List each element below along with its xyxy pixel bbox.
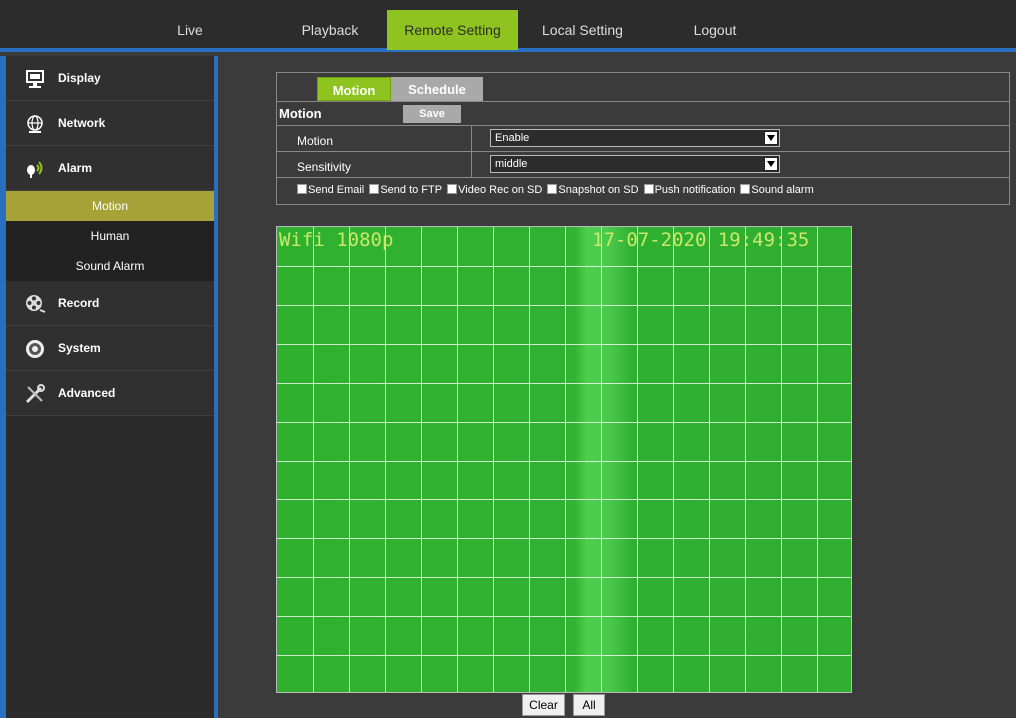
osd-timestamp: 17-07-2020 19:49:35 [592,229,810,251]
snapshot-checkbox[interactable] [547,184,558,194]
sidebar-item-network[interactable]: Network [6,101,214,146]
motion-select[interactable]: Enable [490,129,780,147]
motion-detection-area[interactable]: Wifi 1080p 17-07-2020 19:49:35 [276,226,852,693]
snapshot-label: Snapshot on SD [558,184,639,196]
nav-remote-setting[interactable]: Remote Setting [387,10,518,50]
send-to-ftp-checkbox[interactable] [369,184,380,194]
tab-schedule[interactable]: Schedule [391,77,483,101]
nav-live[interactable]: Live [150,10,230,50]
sound-alarm-checkbox[interactable] [740,184,751,194]
sidebar-item-system[interactable]: System [6,326,214,371]
tab-motion[interactable]: Motion [317,77,391,101]
section-title: Motion [279,106,322,121]
sidebar-item-alarm[interactable]: Alarm [6,146,214,191]
tools-icon [25,384,45,404]
motion-label: Motion [297,134,334,148]
tab-bar: Motion Schedule [277,73,1009,102]
clear-button[interactable]: Clear [522,694,565,716]
column-divider [471,126,472,151]
system-gear-icon [26,340,44,358]
chevron-down-icon[interactable] [764,131,778,145]
nav-playback[interactable]: Playback [280,10,380,50]
video-rec-label: Video Rec on SD [458,184,543,196]
sidebar-item-label: Alarm [58,161,93,175]
sidebar: Display Network Alarm Motion Human Sound… [0,56,218,718]
film-reel-icon [26,295,46,313]
sidebar-item-label: Advanced [58,386,116,400]
all-button[interactable]: All [573,694,605,716]
osd-camera-label: Wifi 1080p [279,229,394,251]
motion-select-value: Enable [495,132,530,144]
motion-grid[interactable] [277,227,852,693]
section-header: Motion Save [277,102,1009,126]
nav-logout[interactable]: Logout [680,10,750,50]
push-notification-checkbox[interactable] [643,184,654,194]
video-rec-checkbox[interactable] [447,184,458,194]
globe-icon [27,115,43,133]
sidebar-item-display[interactable]: Display [6,56,214,101]
monitor-icon [26,70,44,88]
sidebar-item-label: System [58,341,101,355]
sidebar-subitem-motion[interactable]: Motion [6,191,214,221]
motion-settings-panel: Motion Schedule Motion Save Motion Enabl… [276,72,1010,205]
sensitivity-select-value: middle [495,158,528,170]
send-to-ftp-label: Send to FTP [380,184,443,196]
top-nav: Live Playback Remote Setting Local Setti… [0,0,1016,52]
sensitivity-label: Sensitivity [297,160,352,174]
sidebar-subitem-human[interactable]: Human [6,221,214,251]
sidebar-subitem-sound-alarm[interactable]: Sound Alarm [6,251,214,281]
nav-local-setting[interactable]: Local Setting [530,10,635,50]
sensitivity-row: Sensitivity middle [277,152,1009,178]
sidebar-item-label: Display [58,71,101,85]
sidebar-item-label: Network [58,116,106,130]
send-email-checkbox[interactable] [297,184,307,194]
sidebar-item-advanced[interactable]: Advanced [6,371,214,416]
chevron-down-icon[interactable] [764,157,778,171]
alarm-actions-row: Send Email Send to FTP Video Rec on SD S… [277,178,1009,204]
push-notification-label: Push notification [654,184,736,196]
send-email-label: Send Email [308,184,365,196]
sidebar-item-label: Record [58,296,100,310]
alarm-icon [27,161,43,178]
sidebar-item-record[interactable]: Record [6,281,214,326]
motion-row: Motion Enable [277,126,1009,152]
sensitivity-select[interactable]: middle [490,155,780,173]
save-button[interactable]: Save [403,105,461,123]
sound-alarm-label: Sound alarm [751,184,814,196]
column-divider [471,152,472,177]
